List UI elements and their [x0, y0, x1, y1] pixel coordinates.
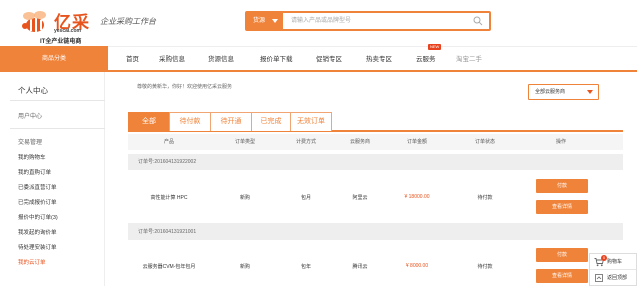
slogan: 企业采购工作台 — [100, 17, 156, 26]
vendor-select[interactable]: 全部云服务商 — [528, 84, 599, 100]
order-product: 云服务器CVM-包年包月 — [142, 264, 196, 270]
sidebar-title: 个人中心 — [18, 86, 48, 95]
order-billing: 包月 — [300, 195, 312, 201]
floating-toolbar: 0 购物车 返回顶部 — [589, 253, 637, 286]
order-type: 新购 — [239, 195, 251, 201]
column-header-product: 产品 — [163, 139, 175, 145]
column-header-status: 订单状态 — [474, 139, 496, 145]
order-type: 新购 — [239, 264, 251, 270]
back-to-top-button[interactable]: 返回顶部 — [590, 271, 636, 285]
logo-domain: yescai.com — [54, 28, 81, 34]
order-number: 订单号:201604131921001 — [138, 229, 197, 235]
view-details-button[interactable]: 查看详情 — [536, 200, 588, 214]
logo-tagline: IT全产业链电商 — [40, 39, 82, 45]
sidebar-item-quoted-orders[interactable]: 已完成报价订单 — [18, 198, 57, 206]
order-amount: ¥ 8000.00 — [405, 263, 429, 269]
view-details-button[interactable]: 查看详情 — [536, 269, 588, 283]
column-header-amount: 订单金额 — [406, 139, 428, 145]
order-amount: ¥ 18000.00 — [404, 194, 430, 200]
sidebar-item-delegated-orders[interactable]: 已委派直营订单 — [18, 183, 57, 191]
order-status: 待付款 — [477, 195, 493, 201]
pay-button[interactable]: 付款 — [536, 179, 588, 193]
search-bar: 货源 — [245, 11, 491, 31]
column-header-vendor: 云服务商 — [349, 139, 371, 145]
column-header-type: 订单类型 — [234, 139, 256, 145]
sidebar-item-user-center[interactable]: 用户中心 — [18, 111, 42, 120]
column-header-billing: 计费方式 — [295, 139, 317, 145]
sidebar-item-direct-orders[interactable]: 我的直购订单 — [18, 168, 51, 176]
welcome-text: 尊敬的黄新华，你好！欢迎使用亿采云服务 — [137, 84, 233, 90]
tab-pending-payment[interactable]: 待付款 — [169, 112, 211, 131]
sidebar-item-cart[interactable]: 我的购物车 — [18, 153, 46, 161]
nav-item-hot-sales[interactable]: 热卖专区 — [366, 47, 392, 71]
sidebar-divider — [10, 128, 105, 129]
order-tabs: 全部 待付款 待开通 已完成 无效订单 — [128, 112, 623, 132]
sidebar-item-my-inquiries[interactable]: 我发起的询价单 — [18, 228, 57, 236]
search-category-select[interactable]: 货源 — [247, 13, 283, 29]
sidebar-item-cloud-orders[interactable]: 我的云订单 — [18, 258, 46, 266]
nav-item-quote-download[interactable]: 报价单下载 — [260, 47, 293, 71]
site-logo[interactable]: 亿采 yescai.com IT全产业链电商 企业采购工作台 — [18, 6, 188, 45]
sidebar-divider — [10, 100, 105, 101]
nav-item-cloud-label: 云服务 — [416, 56, 436, 63]
tab-pending-activation[interactable]: 待开通 — [210, 112, 252, 131]
tab-all[interactable]: 全部 — [128, 112, 170, 131]
arrow-up-icon — [595, 274, 603, 282]
nav-item-promotions[interactable]: 促销专区 — [316, 47, 342, 71]
order-header: 订单号:201604131921001 — [128, 224, 623, 240]
orders-table-header: 产品 订单类型 计费方式 云服务商 订单金额 订单状态 操作 — [128, 134, 623, 150]
back-to-top-label: 返回顶部 — [607, 275, 628, 281]
cart-label: 购物车 — [607, 259, 623, 265]
floating-cart-button[interactable]: 0 购物车 — [590, 254, 636, 270]
order-vendor: 阿里云 — [352, 195, 368, 201]
order-vendor: 腾讯云 — [352, 264, 368, 270]
sidebar-group-title: 交易管理 — [18, 140, 43, 146]
column-header-actions: 操作 — [555, 139, 567, 145]
main-nav: 商品分类 首页 采购信息 货源信息 报价单下载 促销专区 热卖专区 云服务 NE… — [0, 44, 637, 72]
sidebar-item-quoting-orders[interactable]: 报价中的订单(3) — [18, 213, 58, 221]
vendor-select-value: 全部云服务商 — [535, 89, 566, 95]
order-status: 待付款 — [477, 264, 493, 270]
nav-item-supply-info[interactable]: 货源信息 — [208, 47, 234, 71]
sidebar-item-install-orders[interactable]: 待处理安装订单 — [18, 243, 57, 251]
tab-completed[interactable]: 已完成 — [251, 112, 291, 131]
nav-item-secondhand[interactable]: 淘宝二手 — [456, 47, 482, 71]
nav-item-purchase-info[interactable]: 采购信息 — [159, 47, 185, 71]
nav-item-cloud-service[interactable]: 云服务 NEW — [416, 44, 442, 71]
site-header: 亿采 yescai.com IT全产业链电商 企业采购工作台 货源 — [0, 0, 637, 46]
search-icon[interactable] — [473, 16, 483, 26]
pay-button[interactable]: 付款 — [536, 248, 588, 262]
search-category-label: 货源 — [253, 18, 266, 24]
nav-item-home[interactable]: 首页 — [126, 47, 139, 71]
order-header: 订单号:201604131922002 — [128, 154, 623, 170]
chevron-down-icon — [272, 19, 278, 23]
order-product: 高性能计算 HPC — [150, 195, 188, 201]
tab-invalid[interactable]: 无效订单 — [290, 112, 332, 131]
order-row: 云服务器CVM-包年包月 新购 包年 腾讯云 ¥ 8000.00 待付款 付款 … — [128, 240, 623, 286]
search-input[interactable] — [291, 13, 471, 29]
sidebar: 个人中心 用户中心 交易管理 我的购物车 我的直购订单 已委派直营订单 已完成报… — [10, 72, 105, 286]
chevron-down-icon — [587, 90, 593, 94]
bee-logo-icon — [22, 11, 46, 32]
order-row: 高性能计算 HPC 新购 包月 阿里云 ¥ 18000.00 待付款 付款 查看… — [128, 170, 623, 224]
order-billing: 包年 — [300, 264, 312, 270]
category-menu-button[interactable]: 商品分类 — [0, 46, 108, 72]
order-number: 订单号:201604131922002 — [138, 159, 197, 165]
new-badge: NEW — [428, 44, 442, 50]
